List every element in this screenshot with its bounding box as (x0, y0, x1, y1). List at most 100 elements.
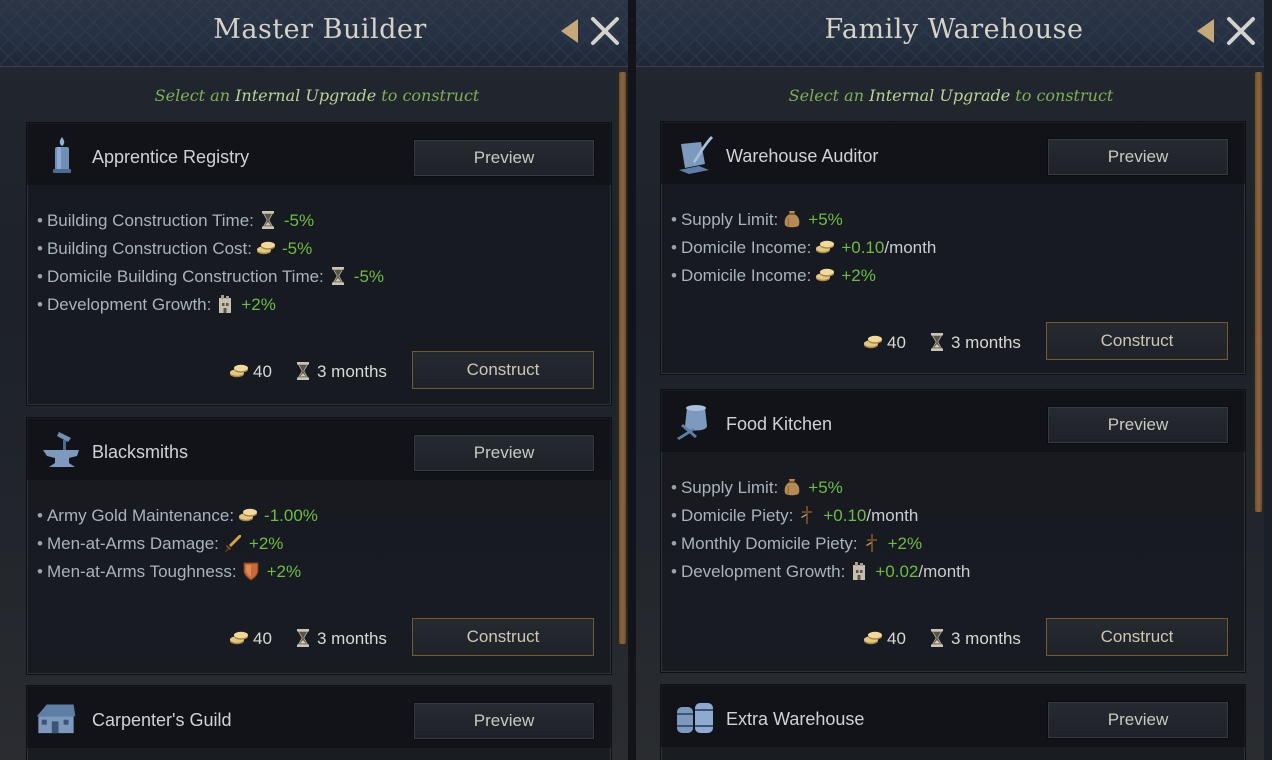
preview-button[interactable]: Preview (1047, 701, 1229, 739)
subtitle-post: to construct (381, 86, 480, 105)
preview-button[interactable]: Preview (1047, 406, 1229, 444)
effect-unit: /month (918, 562, 971, 581)
cost-time-value: 3 months (951, 629, 1021, 648)
upgrade-card: Apprentice Registry Preview • Building Co… (26, 122, 612, 406)
hourglass-icon (293, 628, 313, 648)
card-title: Apprentice Registry (92, 147, 250, 167)
family-warehouse-panel: Family Warehouse Select an Internal Upgr… (636, 0, 1264, 760)
upgrade-card: Carpenter's Guild Preview (26, 685, 612, 760)
effect-value: +0.02 (875, 562, 919, 581)
master-builder-panel: Master Builder Select an Internal Upgrad… (0, 0, 628, 760)
subtitle-post: to construct (1015, 86, 1114, 105)
preview-button[interactable]: Preview (1047, 138, 1229, 176)
construct-button[interactable]: Construct (412, 351, 594, 389)
effects-list: • Supply Limit: +5% • Domicile Piety: +0.10/… (671, 474, 970, 586)
cost-time-value: 3 months (951, 333, 1021, 352)
panel-title: Master Builder (213, 14, 427, 45)
development-icon (215, 294, 235, 314)
effect-label: Building Construction Time: (46, 211, 254, 230)
cooking-pot-icon (677, 405, 707, 440)
preview-button[interactable]: Preview (413, 434, 595, 472)
cost-gold: 40 (863, 628, 906, 649)
effect-label: Men-at-Arms Toughness: (46, 562, 237, 581)
effect-value: +2% (248, 534, 284, 553)
effect-item: • Domicile Income: +2% (671, 265, 876, 285)
scrollbar-thumb[interactable] (619, 72, 626, 644)
cost-time: 3 months (293, 628, 387, 649)
effect-value: +2% (266, 562, 302, 581)
effect-item: • Building Construction Cost: -5% (37, 238, 313, 258)
effect-label: Supply Limit: (680, 210, 779, 229)
close-icon[interactable] (1224, 14, 1258, 48)
effect-value: -5% (282, 239, 313, 258)
effect-value: +0.10 (823, 506, 867, 525)
subtitle-pre: Select an (154, 86, 231, 105)
cost-time-value: 3 months (317, 362, 387, 381)
back-arrow-icon[interactable] (558, 16, 580, 46)
panel-header: Family Warehouse (636, 0, 1264, 67)
effect-item: • Development Growth: +0.02/month (671, 562, 971, 581)
cost-time-value: 3 months (317, 629, 387, 648)
cost-time: 3 months (927, 628, 1021, 649)
construct-button[interactable]: Construct (412, 618, 594, 656)
effect-label: Men-at-Arms Damage: (46, 534, 219, 553)
effect-unit: /month (866, 506, 919, 525)
preview-button[interactable]: Preview (413, 139, 595, 177)
effects-list: • Building Construction Time: -5% • Buildin… (37, 207, 384, 319)
effect-item: • Men-at-Arms Toughness: +2% (37, 561, 302, 581)
construct-button[interactable]: Construct (1046, 618, 1228, 656)
cost-gold-value: 40 (887, 333, 906, 352)
shield-icon (241, 561, 261, 581)
gold-coins-icon (815, 265, 835, 285)
effect-item: • Development Growth: +2% (37, 294, 276, 314)
effects-list: • Army Gold Maintenance: -1.00% • Men-at-Ar… (37, 502, 318, 586)
upgrade-card: Food Kitchen Preview • Supply Limit: +5% •… (660, 389, 1246, 673)
effect-item: • Supply Limit: +5% (671, 210, 843, 229)
cost-gold-value: 40 (253, 362, 272, 381)
effect-value: -5% (283, 211, 315, 230)
panel-divider (628, 0, 636, 760)
piety-icon (862, 533, 882, 553)
hourglass-icon (258, 210, 278, 230)
quill-scroll-icon (679, 136, 713, 174)
gold-coins-icon (863, 628, 883, 648)
subtitle-highlight: Internal Upgrade (235, 86, 377, 105)
cost-gold: 40 (229, 361, 272, 382)
scrollbar-thumb[interactable] (1255, 72, 1262, 512)
house-icon (36, 704, 76, 734)
gold-coins-icon (229, 361, 249, 381)
hourglass-icon (293, 361, 313, 381)
close-icon[interactable] (588, 14, 622, 48)
effect-value: +2% (841, 266, 876, 285)
instruction-text: Select an Internal Upgrade to construct (636, 86, 1264, 105)
construct-button[interactable]: Construct (1046, 322, 1228, 360)
back-arrow-icon[interactable] (1194, 16, 1216, 46)
hourglass-icon (328, 266, 348, 286)
effect-value: +5% (808, 210, 843, 229)
gold-coins-icon (815, 237, 835, 257)
cost-gold: 40 (863, 332, 906, 353)
gold-coins-icon (256, 238, 276, 258)
cost-gold-value: 40 (887, 629, 906, 648)
effect-label: Domicile Income: (680, 238, 812, 257)
effect-label: Supply Limit: (680, 478, 779, 497)
upgrade-card: Extra Warehouse Preview (660, 684, 1246, 760)
supply-sack-icon (782, 477, 802, 497)
effect-item: • Domicile Building Construction Time: -5% (37, 266, 385, 286)
subtitle-pre: Select an (788, 86, 865, 105)
instruction-text: Select an Internal Upgrade to construct (0, 86, 628, 105)
preview-button[interactable]: Preview (413, 702, 595, 740)
card-title: Extra Warehouse (726, 709, 865, 729)
card-title: Blacksmiths (92, 442, 189, 462)
candle-icon (53, 137, 71, 173)
effect-label: Monthly Domicile Piety: (680, 534, 858, 553)
hourglass-icon (927, 628, 947, 648)
cost-gold-value: 40 (253, 629, 272, 648)
effect-item: • Building Construction Time: -5% (37, 210, 315, 230)
effect-label: Building Construction Cost: (46, 239, 252, 258)
effect-value: +5% (808, 478, 843, 497)
panel-title: Family Warehouse (824, 14, 1084, 45)
effect-unit: /month (884, 238, 937, 257)
card-title: Warehouse Auditor (726, 146, 879, 166)
barrels-icon (677, 703, 713, 733)
